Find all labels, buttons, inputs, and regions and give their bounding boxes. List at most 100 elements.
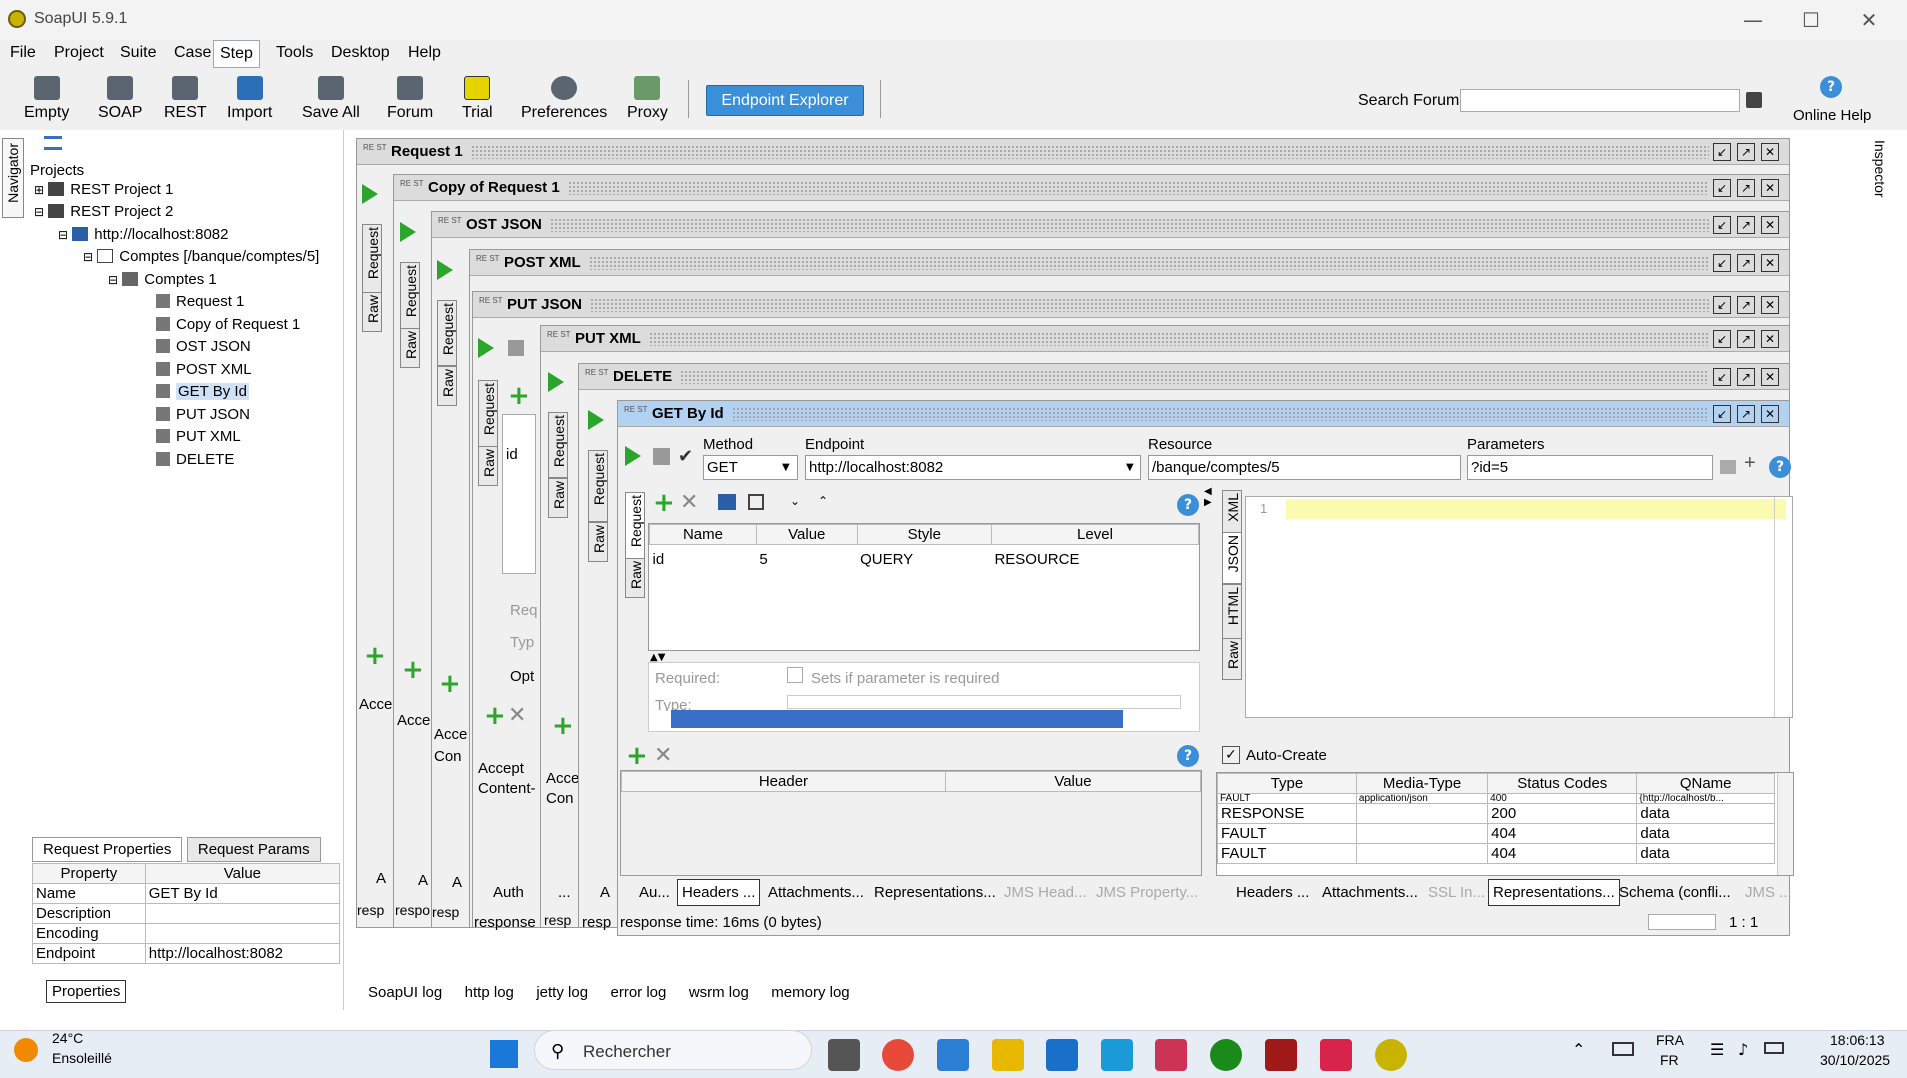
import-button[interactable]: Import xyxy=(227,76,272,122)
add-icon[interactable]: + xyxy=(508,383,530,409)
vertical-scrollbar[interactable] xyxy=(1774,497,1792,717)
minimize-window-icon[interactable]: ↙ xyxy=(1713,368,1731,386)
stop-icon[interactable] xyxy=(653,448,670,465)
title-drag-area[interactable] xyxy=(550,218,1709,232)
keyboard-layout[interactable]: FR xyxy=(1660,1052,1679,1068)
clear-params-icon[interactable] xyxy=(1720,460,1736,474)
param-name-cell[interactable]: id xyxy=(506,446,518,463)
xbox-icon[interactable] xyxy=(1210,1039,1242,1071)
tree-item-request[interactable]: OST JSON xyxy=(156,336,251,358)
vertical-scrollbar[interactable] xyxy=(1777,773,1793,875)
tree-item-request[interactable]: PUT JSON xyxy=(156,404,250,426)
maximize-window-icon[interactable]: ↗ xyxy=(1737,330,1755,348)
menu-step[interactable]: Step xyxy=(213,40,260,68)
add-param-icon[interactable]: + xyxy=(1744,452,1756,475)
tab-resp-representations[interactable]: Representations... xyxy=(1488,879,1620,906)
menu-project[interactable]: Project xyxy=(52,44,106,68)
tab-request-params[interactable]: Request Params xyxy=(186,837,321,862)
tree-view-icon[interactable] xyxy=(44,136,62,150)
minimize-window-icon[interactable]: ↙ xyxy=(1713,296,1731,314)
tab-resp-jms[interactable]: JMS ... xyxy=(1745,884,1792,901)
resource-field[interactable]: /banque/comptes/5 xyxy=(1148,455,1461,480)
store-icon[interactable] xyxy=(1046,1039,1078,1071)
tree-item-rest-project-2[interactable]: ⊟ REST Project 2 xyxy=(34,201,173,223)
tree-item-request-selected[interactable]: GET By Id xyxy=(156,381,249,403)
tab-raw[interactable]: Raw xyxy=(437,366,457,406)
keyboard-icon[interactable] xyxy=(1612,1042,1634,1056)
remove-header-icon[interactable]: ✕ xyxy=(508,705,526,727)
proxy-button[interactable]: Proxy xyxy=(627,76,668,122)
tab-memory-log[interactable]: memory log xyxy=(771,984,849,1001)
remove-param-button[interactable]: ✕ xyxy=(680,492,698,514)
title-drag-area[interactable] xyxy=(732,407,1709,421)
close-window-icon[interactable]: ✕ xyxy=(1761,405,1779,423)
tab-auth[interactable]: Au... xyxy=(639,884,670,901)
trial-button[interactable]: Trial xyxy=(462,76,493,122)
move-up-icon[interactable]: ⌃ xyxy=(818,494,828,508)
tab-wsrm-log[interactable]: wsrm log xyxy=(689,984,749,1001)
battery-icon[interactable] xyxy=(1764,1042,1784,1054)
minimize-window-icon[interactable]: ↙ xyxy=(1713,330,1731,348)
col-header[interactable]: Header xyxy=(621,771,946,792)
col-name[interactable]: Name xyxy=(649,524,757,545)
run-icon[interactable] xyxy=(478,338,494,358)
tree-item-resource[interactable]: ⊟ Comptes [/banque/comptes/5] xyxy=(83,246,319,268)
tree-item-request[interactable]: PUT XML xyxy=(156,426,241,448)
chevron-up-icon[interactable]: ⌃ xyxy=(1572,1040,1585,1059)
collapse-icon[interactable]: ⊟ xyxy=(108,273,118,287)
menu-desktop[interactable]: Desktop xyxy=(329,44,392,68)
tree-item-service[interactable]: ⊟ http://localhost:8082 xyxy=(58,224,229,246)
revert-icon[interactable] xyxy=(748,494,764,510)
table-row[interactable]: Encoding xyxy=(32,923,341,944)
tab-raw[interactable]: Raw xyxy=(1222,638,1242,680)
add-header-button[interactable]: + xyxy=(626,743,648,769)
tree-item-request[interactable]: POST XML xyxy=(156,359,252,381)
tab-resp-attachments[interactable]: Attachments... xyxy=(1322,884,1418,901)
menu-suite[interactable]: Suite xyxy=(118,44,158,68)
collapse-icon[interactable]: ⊟ xyxy=(34,205,44,219)
tab-request[interactable]: Request xyxy=(548,412,568,478)
col-style[interactable]: Style xyxy=(856,524,992,545)
title-drag-area[interactable] xyxy=(649,332,1709,346)
endpoint-explorer-button[interactable]: Endpoint Explorer xyxy=(706,85,864,116)
col-type[interactable]: Type xyxy=(1217,773,1357,794)
col-media-type[interactable]: Media-Type xyxy=(1355,773,1489,794)
col-level[interactable]: Level xyxy=(990,524,1200,545)
vscode-icon[interactable] xyxy=(937,1039,969,1071)
stop-icon[interactable] xyxy=(508,340,524,356)
tab-attachments[interactable]: Attachments... xyxy=(768,884,864,901)
close-window-icon[interactable]: ✕ xyxy=(1761,296,1779,314)
weather-desc[interactable]: Ensoleillé xyxy=(52,1050,112,1066)
snipping-tool-icon[interactable] xyxy=(1155,1039,1187,1071)
tab-raw[interactable]: Raw xyxy=(400,328,420,368)
maximize-window-icon[interactable]: ↗ xyxy=(1737,179,1755,197)
close-window-icon[interactable]: ✕ xyxy=(1761,330,1779,348)
run-icon[interactable] xyxy=(400,222,416,242)
extract-params-icon[interactable] xyxy=(718,494,736,510)
soapui-taskbar-icon[interactable] xyxy=(1375,1039,1407,1071)
tree-item-method[interactable]: ⊟ Comptes 1 xyxy=(108,269,217,291)
title-drag-area[interactable] xyxy=(590,298,1709,312)
tab-schema[interactable]: Schema (confli... xyxy=(1619,884,1731,901)
tab-request[interactable]: Request xyxy=(588,450,608,522)
weather-temp[interactable]: 24°C xyxy=(52,1030,83,1046)
tab-http-log[interactable]: http log xyxy=(465,984,514,1001)
add-icon[interactable]: + xyxy=(364,643,386,669)
col-qname[interactable]: QName xyxy=(1636,773,1775,794)
tree-item-rest-project-1[interactable]: ⊞ REST Project 1 xyxy=(34,179,173,201)
soap-project-button[interactable]: SOAP xyxy=(98,76,142,122)
intellij-icon[interactable] xyxy=(1320,1039,1352,1071)
run-icon[interactable] xyxy=(588,410,604,430)
task-view-icon[interactable] xyxy=(828,1039,860,1071)
help-icon[interactable]: ? xyxy=(1177,745,1199,767)
col-value[interactable]: Value xyxy=(755,524,858,545)
col-status-codes[interactable]: Status Codes xyxy=(1487,773,1638,794)
navigator-tab[interactable]: Navigator xyxy=(2,138,24,218)
menu-help[interactable]: Help xyxy=(406,44,443,68)
col-value[interactable]: Value xyxy=(944,771,1202,792)
minimize-window-icon[interactable]: ↙ xyxy=(1713,216,1731,234)
title-drag-area[interactable] xyxy=(680,370,1709,384)
save-all-button[interactable]: Save All xyxy=(302,76,360,122)
chrome-icon[interactable] xyxy=(882,1039,914,1071)
minimize-window-icon[interactable]: ↙ xyxy=(1713,405,1731,423)
